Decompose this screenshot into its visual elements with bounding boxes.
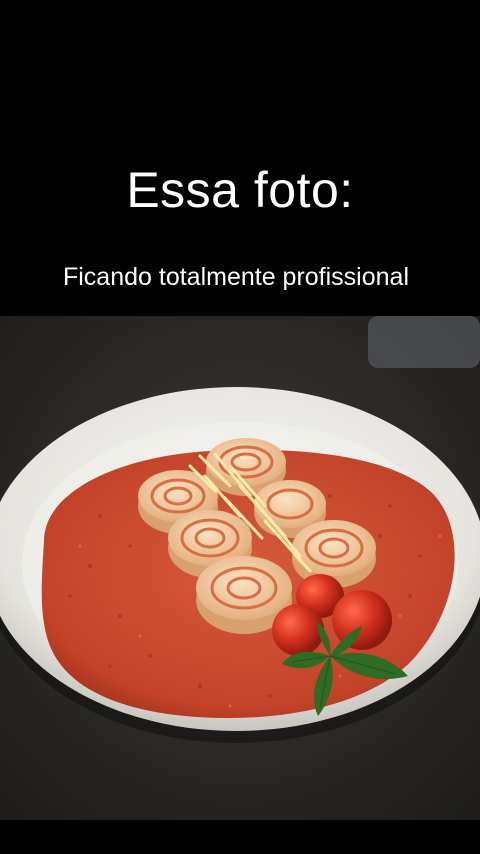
bottom-bar xyxy=(0,820,480,854)
subtitle-text: Ficando totalmente profissional xyxy=(62,263,410,291)
cherry-tomato xyxy=(332,590,392,650)
headline-text: Essa foto: xyxy=(126,162,354,218)
cherry-tomato xyxy=(272,604,324,656)
pan-handle xyxy=(368,316,480,368)
food-photo xyxy=(0,316,480,820)
pasta-roll xyxy=(292,520,376,588)
